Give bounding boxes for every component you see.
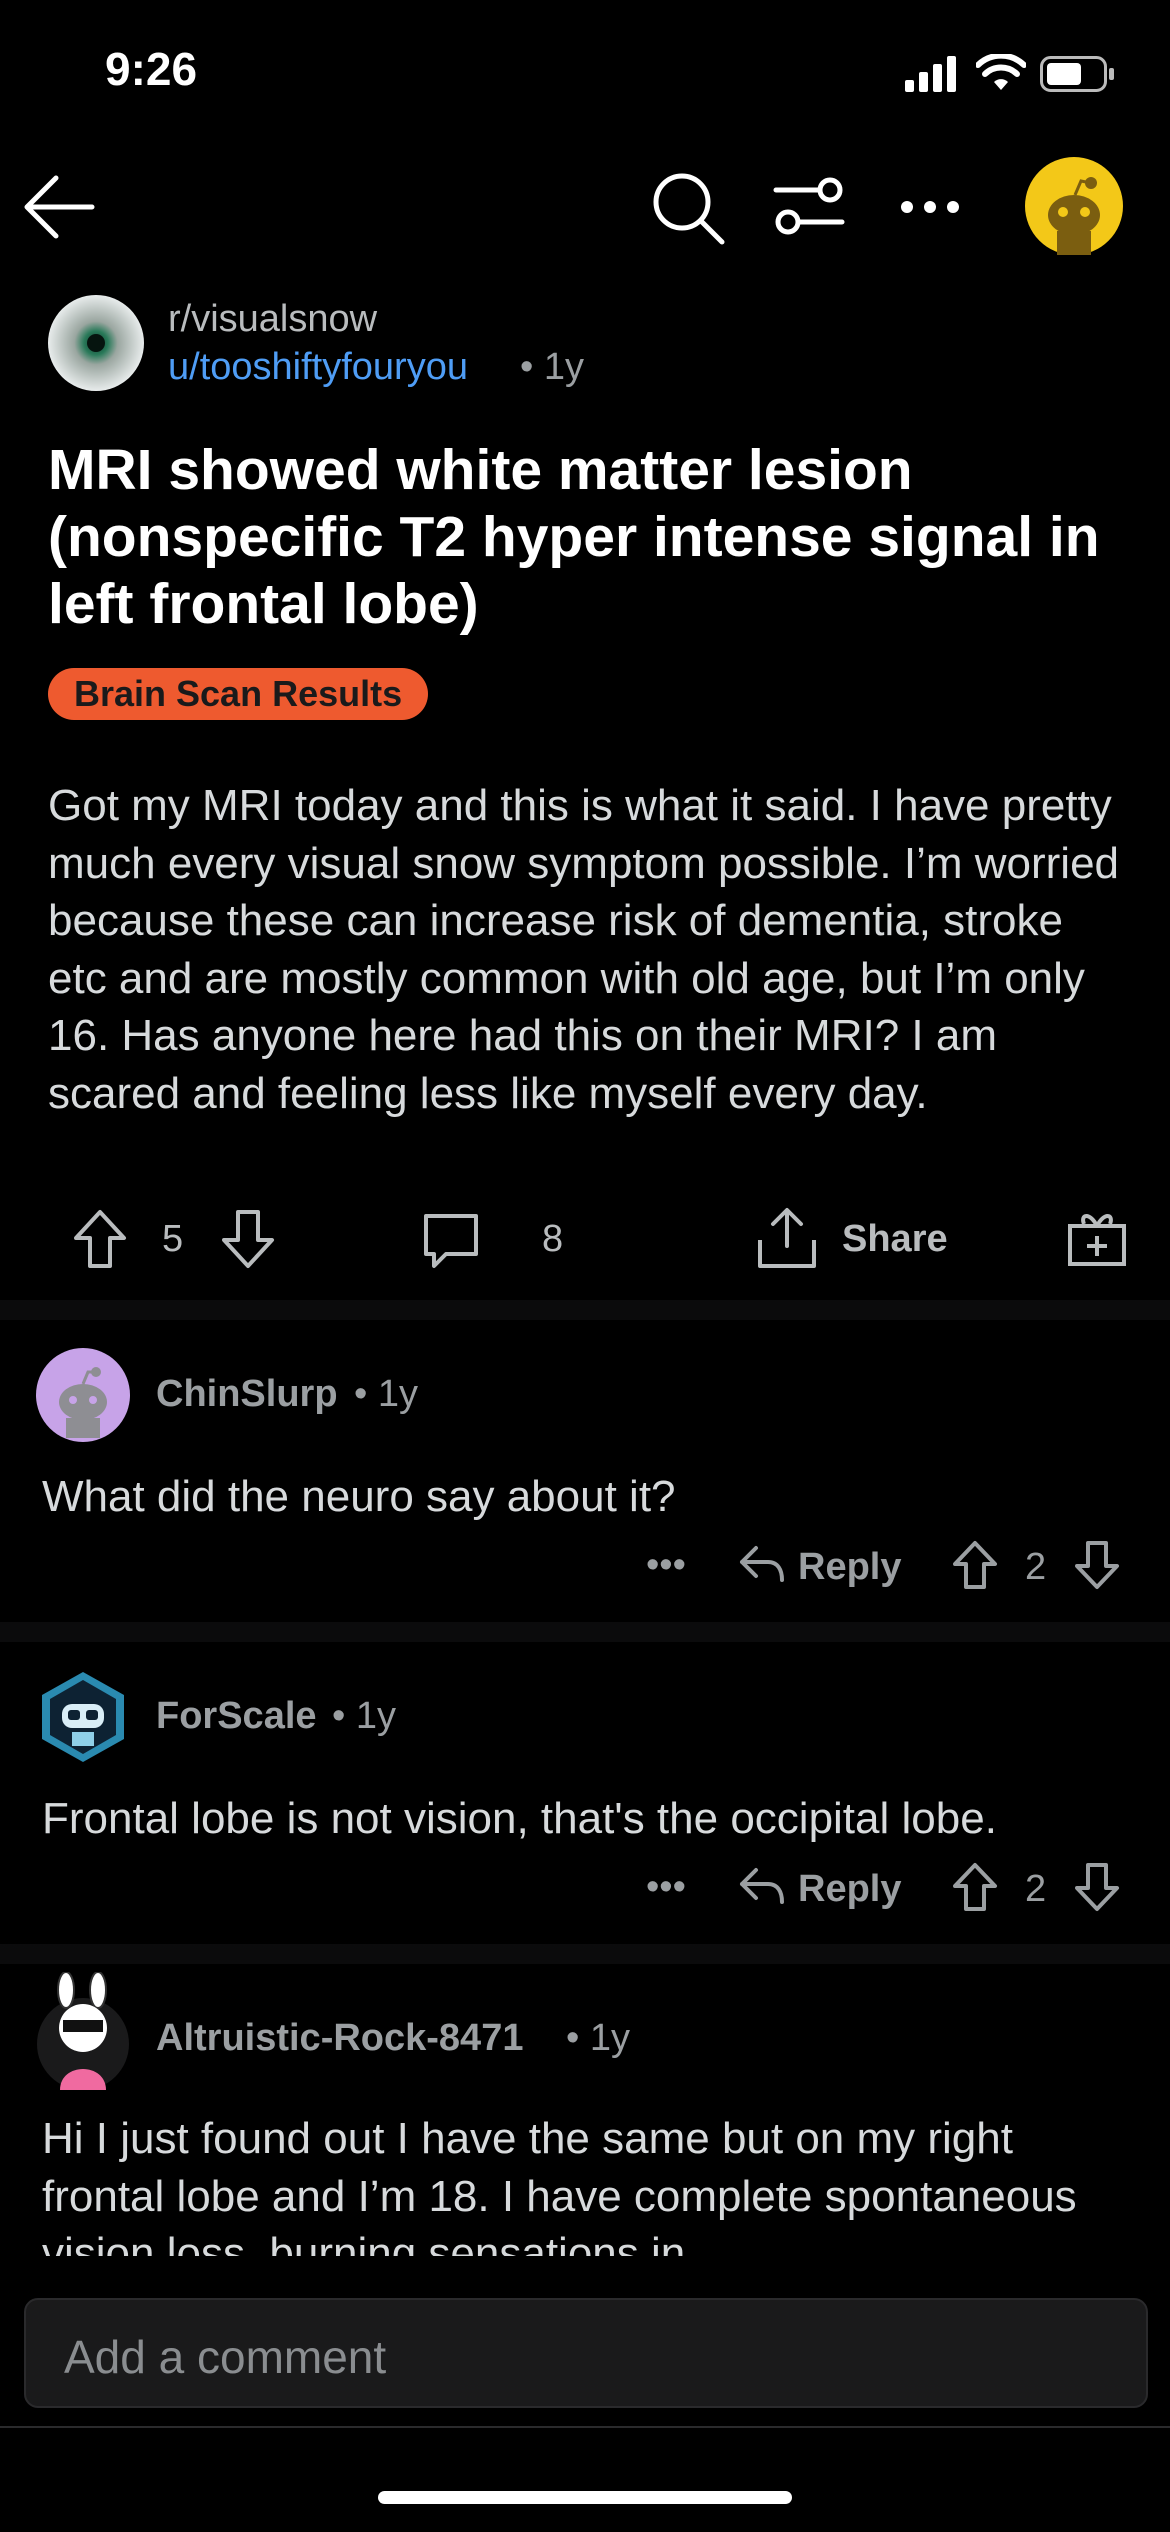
comment-username[interactable]: Altruistic-Rock-8471 xyxy=(156,2017,523,2060)
comment-avatar[interactable] xyxy=(36,1670,130,1764)
post-age: • 1y xyxy=(520,346,584,388)
comment-age: • 1y xyxy=(332,1695,396,1737)
post-comment-count: 8 xyxy=(542,1218,564,1260)
divider xyxy=(0,1622,1170,1642)
more-icon[interactable] xyxy=(900,200,960,214)
wifi-icon xyxy=(976,54,1026,90)
reply-icon[interactable] xyxy=(738,1864,786,1906)
comment-body: Hi I just found out I have the same but … xyxy=(42,2114,1077,2256)
upvote-icon[interactable] xyxy=(952,1540,998,1590)
share-button[interactable]: Share xyxy=(842,1218,948,1261)
post-author[interactable]: u/tooshiftyfouryou xyxy=(168,346,468,389)
post-vote-count: 5 xyxy=(162,1218,184,1260)
post-flair[interactable]: Brain Scan Results xyxy=(48,668,429,720)
comment-username[interactable]: ChinSlurp xyxy=(156,1373,338,1416)
reply-button[interactable]: Reply xyxy=(798,1868,901,1911)
upvote-icon[interactable] xyxy=(952,1862,998,1912)
comment-body: What did the neuro say about it? xyxy=(42,1472,676,1521)
comment-avatar[interactable] xyxy=(36,1972,130,2090)
award-icon[interactable] xyxy=(1066,1206,1128,1268)
comment-vote-count: 2 xyxy=(1025,1546,1047,1588)
battery-icon xyxy=(1040,56,1114,92)
cellular-signal-icon xyxy=(905,56,956,92)
comment-avatar[interactable] xyxy=(36,1348,130,1442)
downvote-icon[interactable] xyxy=(1074,1540,1120,1590)
search-icon[interactable] xyxy=(650,170,726,246)
share-icon[interactable] xyxy=(756,1206,818,1270)
back-arrow-icon[interactable] xyxy=(22,172,98,242)
upvote-icon[interactable] xyxy=(72,1208,128,1270)
downvote-icon[interactable] xyxy=(1074,1862,1120,1912)
comment-age: • 1y xyxy=(354,1373,418,1415)
reply-button[interactable]: Reply xyxy=(798,1546,901,1589)
comment-more-button[interactable]: ••• xyxy=(646,1544,686,1587)
add-comment-input[interactable]: Add a comment xyxy=(24,2298,1148,2408)
reply-icon[interactable] xyxy=(738,1542,786,1584)
divider xyxy=(0,1944,1170,1964)
comment-clip: Hi I just found out I have the same but … xyxy=(0,2100,1170,2256)
comment-age: • 1y xyxy=(566,2017,630,2059)
home-indicator[interactable] xyxy=(378,2491,792,2504)
subreddit-icon[interactable] xyxy=(48,295,144,391)
avatar[interactable] xyxy=(1025,157,1123,255)
divider xyxy=(0,1300,1170,1320)
comment-more-button[interactable]: ••• xyxy=(646,1866,686,1909)
post-title: MRI showed white matter lesion (nonspeci… xyxy=(48,438,1100,636)
comment-vote-count: 2 xyxy=(1025,1868,1047,1910)
downvote-icon[interactable] xyxy=(220,1208,276,1270)
divider xyxy=(0,2426,1170,2428)
comment-icon[interactable] xyxy=(420,1210,482,1272)
filter-icon[interactable] xyxy=(772,176,846,236)
subreddit-name[interactable]: r/visualsnow xyxy=(168,298,377,341)
post-body: Got my MRI today and this is what it sai… xyxy=(48,781,1120,1118)
add-comment-placeholder: Add a comment xyxy=(64,2331,387,2383)
comment-username[interactable]: ForScale xyxy=(156,1695,317,1738)
comment-body: Frontal lobe is not vision, that's the o… xyxy=(42,1794,997,1843)
status-time: 9:26 xyxy=(105,43,198,95)
